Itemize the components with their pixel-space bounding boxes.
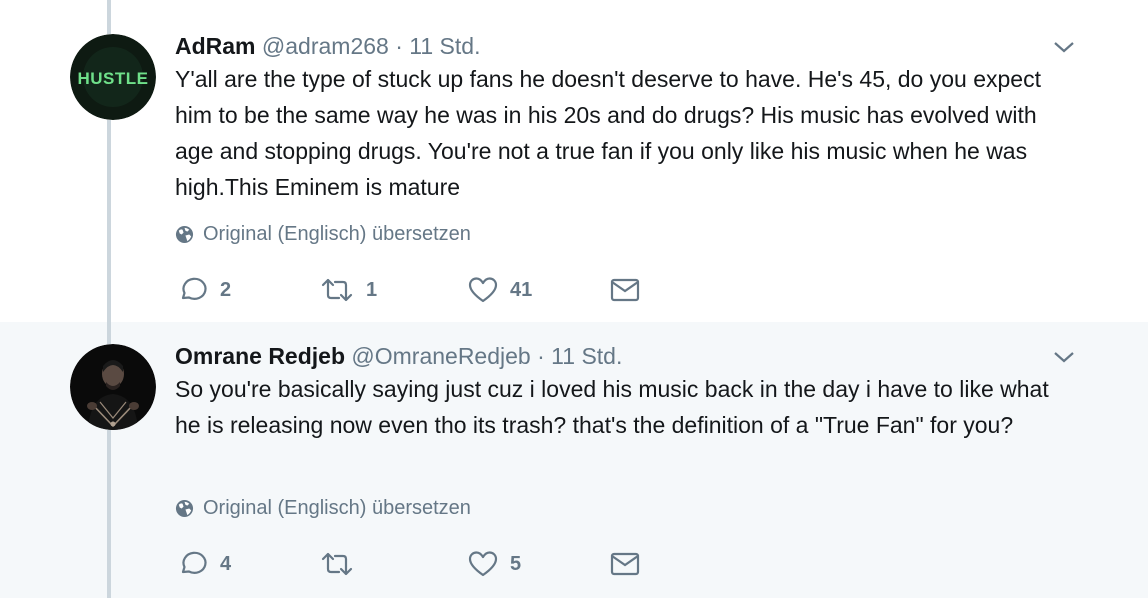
like-count: 5 <box>510 552 522 575</box>
tweet-omrane[interactable]: Omrane Redjeb @OmraneRedjeb · 11 Std. So… <box>0 322 1148 598</box>
display-name[interactable]: Omrane Redjeb <box>175 343 345 369</box>
heart-icon <box>468 551 498 577</box>
translate-link[interactable]: Original (Englisch) übersetzen <box>175 497 471 520</box>
reply-count: 4 <box>220 552 232 575</box>
tweet-header: Omrane Redjeb @OmraneRedjeb · 11 Std. <box>175 342 622 370</box>
retweet-button[interactable]: 1 <box>320 277 377 303</box>
translate-label: Original (Englisch) übersetzen <box>203 497 471 519</box>
tweet-text: So you're basically saying just cuz i lo… <box>175 376 1049 438</box>
globe-icon <box>175 225 194 244</box>
retweet-icon <box>321 278 353 302</box>
globe-icon <box>175 499 194 518</box>
tweet-text: Y'all are the type of stuck up fans he d… <box>175 66 1041 200</box>
separator: · <box>537 343 545 369</box>
tweet-header: AdRam @adram268 · 11 Std. <box>175 32 480 60</box>
timestamp[interactable]: 11 Std. <box>551 343 622 369</box>
direct-message-button[interactable] <box>610 552 640 576</box>
envelope-icon <box>610 552 640 576</box>
reply-icon <box>181 551 207 574</box>
chevron-down-icon[interactable] <box>1052 38 1076 56</box>
thread-line <box>107 322 111 344</box>
thread-line <box>107 0 111 34</box>
retweet-count: 1 <box>366 278 378 301</box>
thread-line <box>107 430 111 598</box>
display-name[interactable]: AdRam <box>175 33 256 59</box>
avatar-text: HUSTLE <box>78 69 149 88</box>
separator: · <box>395 33 403 59</box>
like-count: 41 <box>510 278 533 301</box>
translate-label: Original (Englisch) übersetzen <box>203 223 471 245</box>
thread-line <box>107 120 111 322</box>
retweet-icon <box>321 552 353 576</box>
reply-icon <box>181 277 207 300</box>
envelope-icon <box>610 278 640 302</box>
direct-message-button[interactable] <box>610 278 640 302</box>
reply-button[interactable]: 4 <box>178 550 231 578</box>
like-button[interactable]: 5 <box>468 550 521 578</box>
username[interactable]: @OmraneRedjeb <box>351 343 530 369</box>
avatar[interactable]: HUSTLE <box>70 34 156 120</box>
like-button[interactable]: 41 <box>468 276 532 304</box>
avatar[interactable] <box>70 344 156 430</box>
username[interactable]: @adram268 <box>262 33 389 59</box>
reply-button[interactable]: 2 <box>178 276 231 304</box>
timestamp[interactable]: 11 Std. <box>409 33 480 59</box>
heart-icon <box>468 277 498 303</box>
reply-count: 2 <box>220 278 232 301</box>
tweet-adram[interactable]: HUSTLE AdRam @adram268 · 11 Std. Y'all a… <box>0 0 1148 322</box>
chevron-down-icon[interactable] <box>1052 348 1076 366</box>
translate-link[interactable]: Original (Englisch) übersetzen <box>175 223 471 246</box>
retweet-button[interactable] <box>320 551 366 577</box>
